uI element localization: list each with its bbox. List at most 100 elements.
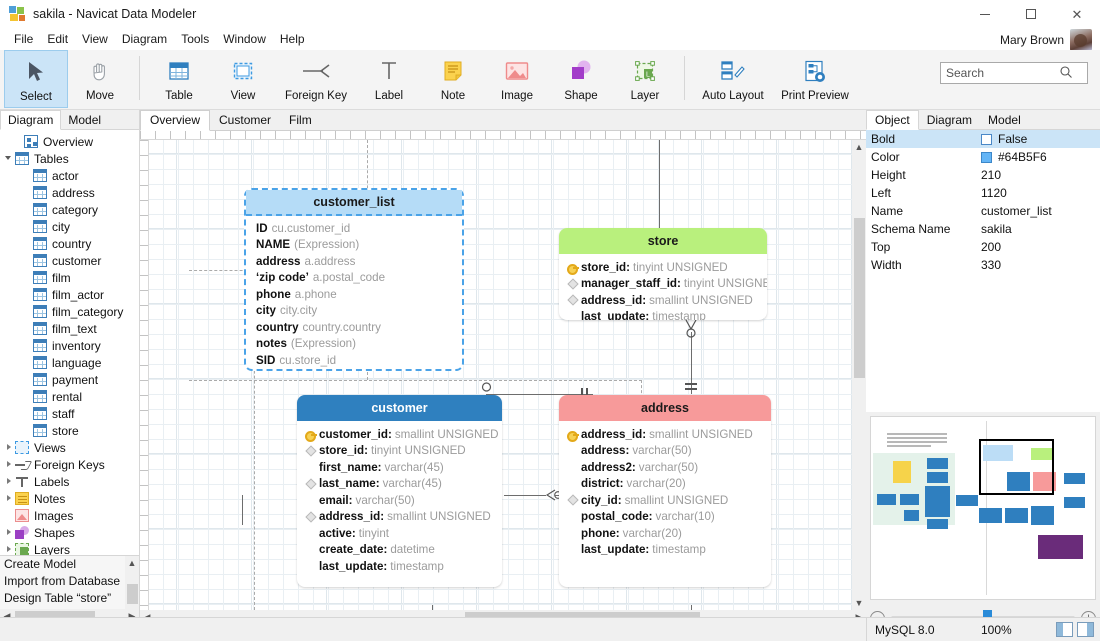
tree-item-notes[interactable]: Notes — [0, 490, 139, 507]
property-row-schema-name[interactable]: Schema Namesakila — [866, 220, 1100, 238]
entity-store[interactable]: store store_id:tinyint UNSIGNEDmanager_s… — [559, 228, 767, 320]
action-item[interactable]: Create Model — [0, 556, 139, 573]
tool-table[interactable]: Table — [147, 50, 211, 108]
tree-item-category[interactable]: category — [0, 201, 139, 218]
toggle-right-panel-icon[interactable] — [1077, 622, 1094, 637]
diagram-tab-customer[interactable]: Customer — [210, 111, 280, 130]
tree-item-customer[interactable]: customer — [0, 252, 139, 269]
tree-item-layers[interactable]: Layers — [0, 541, 139, 555]
property-value[interactable]: 200 — [981, 240, 1100, 254]
minimize-button[interactable] — [962, 0, 1008, 28]
property-value[interactable]: #64B5F6 — [981, 150, 1100, 164]
tree-item-address[interactable]: address — [0, 184, 139, 201]
minimap[interactable] — [870, 416, 1096, 600]
tree-twisty-icon[interactable] — [4, 527, 15, 538]
menu-view[interactable]: View — [75, 30, 115, 48]
action-item[interactable]: Design Table “store” — [0, 590, 139, 607]
tool-foreign-key[interactable]: Foreign Key — [275, 50, 357, 108]
tree-twisty-icon[interactable] — [4, 459, 15, 470]
tree-item-film_category[interactable]: film_category — [0, 303, 139, 320]
tree-item-tables[interactable]: Tables — [0, 150, 139, 167]
tree-item-staff[interactable]: staff — [0, 405, 139, 422]
canvas-vertical-scrollbar[interactable]: ▲ ▼ — [852, 140, 866, 610]
scroll-up-arrow[interactable]: ▲ — [125, 556, 139, 570]
tree-twisty-icon[interactable] — [4, 544, 15, 555]
tool-shape[interactable]: Shape — [549, 50, 613, 108]
minimap-viewport[interactable] — [979, 439, 1054, 495]
tree-item-film[interactable]: film — [0, 269, 139, 286]
tree-twisty-icon[interactable] — [4, 493, 15, 504]
tool-view[interactable]: View — [211, 50, 275, 108]
tree-item-film_text[interactable]: film_text — [0, 320, 139, 337]
search-box[interactable] — [940, 62, 1088, 84]
property-row-width[interactable]: Width330 — [866, 256, 1100, 274]
actions-vscroll-thumb[interactable] — [127, 584, 138, 604]
property-value[interactable]: sakila — [981, 222, 1100, 236]
property-value[interactable]: 330 — [981, 258, 1100, 272]
close-button[interactable]: ✕ — [1054, 0, 1100, 28]
tool-select[interactable]: Select — [4, 50, 68, 108]
tool-image[interactable]: Image — [485, 50, 549, 108]
properties-tab-object[interactable]: Object — [866, 110, 919, 130]
menu-window[interactable]: Window — [216, 30, 273, 48]
tree-twisty-icon[interactable] — [4, 153, 15, 164]
menu-file[interactable]: File — [7, 30, 40, 48]
action-item[interactable]: Import from Database — [0, 573, 139, 590]
menu-help[interactable]: Help — [273, 30, 312, 48]
tree-item-film_actor[interactable]: film_actor — [0, 286, 139, 303]
tree-item-country[interactable]: country — [0, 235, 139, 252]
maximize-button[interactable] — [1008, 0, 1054, 28]
tree-item-labels[interactable]: Labels — [0, 473, 139, 490]
diagram-tab-overview[interactable]: Overview — [140, 110, 210, 131]
properties-tab-diagram[interactable]: Diagram — [919, 111, 980, 129]
diagram-canvas[interactable]: customer_list IDcu.customer_idNAME(Expre… — [149, 140, 852, 610]
tree-item-city[interactable]: city — [0, 218, 139, 235]
tree-item-actor[interactable]: actor — [0, 167, 139, 184]
canvas-scroll-up[interactable]: ▲ — [852, 140, 866, 154]
entity-customer[interactable]: customer customer_id:smallint UNSIGNEDst… — [297, 395, 502, 587]
tree-item-foreign-keys[interactable]: Foreign Keys — [0, 456, 139, 473]
tree-twisty-icon[interactable] — [4, 476, 15, 487]
canvas-vscroll-thumb[interactable] — [854, 218, 865, 378]
property-value[interactable]: False — [981, 132, 1100, 146]
tree-item-language[interactable]: language — [0, 354, 139, 371]
property-row-color[interactable]: Color#64B5F6 — [866, 148, 1100, 166]
tool-print-preview[interactable]: Print Preview — [774, 50, 856, 108]
tree-item-rental[interactable]: rental — [0, 388, 139, 405]
property-row-name[interactable]: Namecustomer_list — [866, 202, 1100, 220]
tree-item-overview[interactable]: Overview — [0, 133, 139, 150]
avatar[interactable] — [1070, 29, 1092, 51]
color-swatch[interactable] — [981, 152, 992, 163]
search-input[interactable] — [941, 66, 1059, 80]
toggle-left-panel-icon[interactable] — [1056, 622, 1073, 637]
entity-address[interactable]: address address_id:smallint UNSIGNEDaddr… — [559, 395, 771, 587]
tool-note[interactable]: Note — [421, 50, 485, 108]
tool-layer[interactable]: L Layer — [613, 50, 677, 108]
property-value[interactable]: 1120 — [981, 186, 1100, 200]
tool-move[interactable]: Move — [68, 50, 132, 108]
entity-customer-list[interactable]: customer_list IDcu.customer_idNAME(Expre… — [244, 188, 464, 371]
properties-tab-model[interactable]: Model — [980, 111, 1029, 129]
property-value[interactable]: 210 — [981, 168, 1100, 182]
tree-item-shapes[interactable]: Shapes — [0, 524, 139, 541]
bold-checkbox[interactable] — [981, 134, 992, 145]
canvas-scroll-down[interactable]: ▼ — [852, 596, 866, 610]
property-row-left[interactable]: Left1120 — [866, 184, 1100, 202]
tree-item-inventory[interactable]: inventory — [0, 337, 139, 354]
tool-label[interactable]: Label — [357, 50, 421, 108]
tree-item-payment[interactable]: payment — [0, 371, 139, 388]
menu-diagram[interactable]: Diagram — [115, 30, 174, 48]
menu-tools[interactable]: Tools — [174, 30, 216, 48]
tree-item-images[interactable]: Images — [0, 507, 139, 524]
sidebar-tab-diagram[interactable]: Diagram — [0, 110, 61, 130]
tool-auto-layout[interactable]: Auto Layout — [692, 50, 774, 108]
property-value[interactable]: customer_list — [981, 204, 1100, 218]
tree-item-store[interactable]: store — [0, 422, 139, 439]
property-row-top[interactable]: Top200 — [866, 238, 1100, 256]
tree-twisty-icon[interactable] — [4, 442, 15, 453]
diagram-tab-film[interactable]: Film — [280, 111, 321, 130]
menu-edit[interactable]: Edit — [40, 30, 75, 48]
sidebar-tab-model[interactable]: Model — [61, 111, 108, 129]
tree-item-views[interactable]: Views — [0, 439, 139, 456]
property-row-height[interactable]: Height210 — [866, 166, 1100, 184]
